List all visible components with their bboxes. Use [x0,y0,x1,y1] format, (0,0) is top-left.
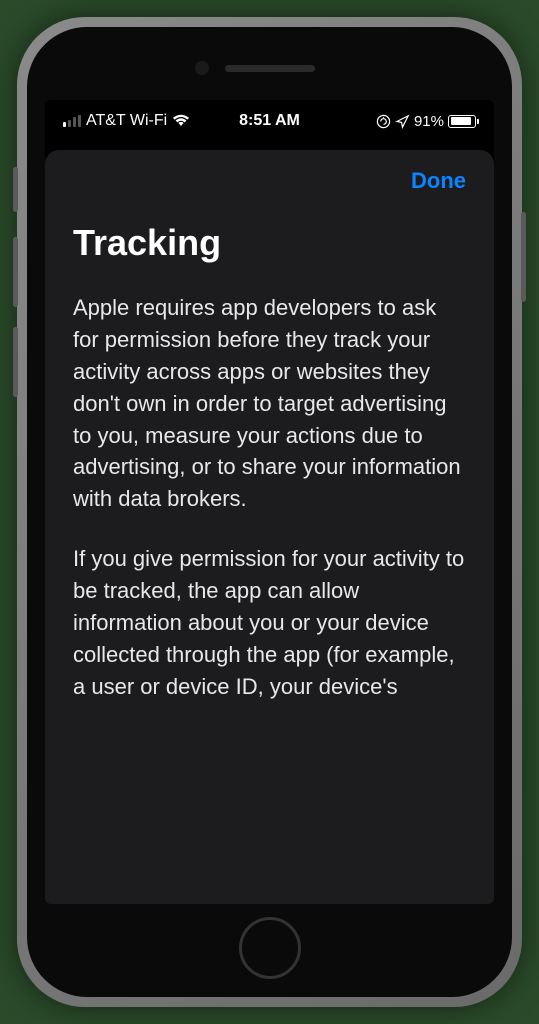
body-paragraph-2: If you give permission for your activity… [73,543,466,702]
earpiece-speaker [225,65,315,72]
status-left: AT&T Wi-Fi [63,112,190,130]
volume-down-button [13,327,18,397]
modal-sheet: Done Tracking Apple requires app develop… [45,150,494,904]
battery-percent: 91% [414,113,444,130]
body-paragraph-1: Apple requires app developers to ask for… [73,292,466,515]
page-title: Tracking [73,222,466,264]
clock: 8:51 AM [239,112,300,130]
done-button[interactable]: Done [411,168,466,194]
phone-bezel: AT&T Wi-Fi 8:51 AM 91% [27,27,512,997]
location-icon [395,114,410,129]
volume-up-button [13,237,18,307]
modal-header: Done [73,168,466,194]
power-button [521,212,526,302]
battery-icon [448,115,476,128]
rotation-lock-icon [376,114,391,129]
carrier-label: AT&T Wi-Fi [86,112,167,130]
wifi-icon [172,114,190,128]
status-bar: AT&T Wi-Fi 8:51 AM 91% [45,100,494,138]
home-button[interactable] [239,917,301,979]
mute-switch [13,167,18,212]
screen: AT&T Wi-Fi 8:51 AM 91% [45,100,494,904]
status-right: 91% [376,113,476,130]
phone-frame: AT&T Wi-Fi 8:51 AM 91% [17,17,522,1007]
front-camera [195,61,209,75]
cellular-signal-icon [63,115,81,127]
